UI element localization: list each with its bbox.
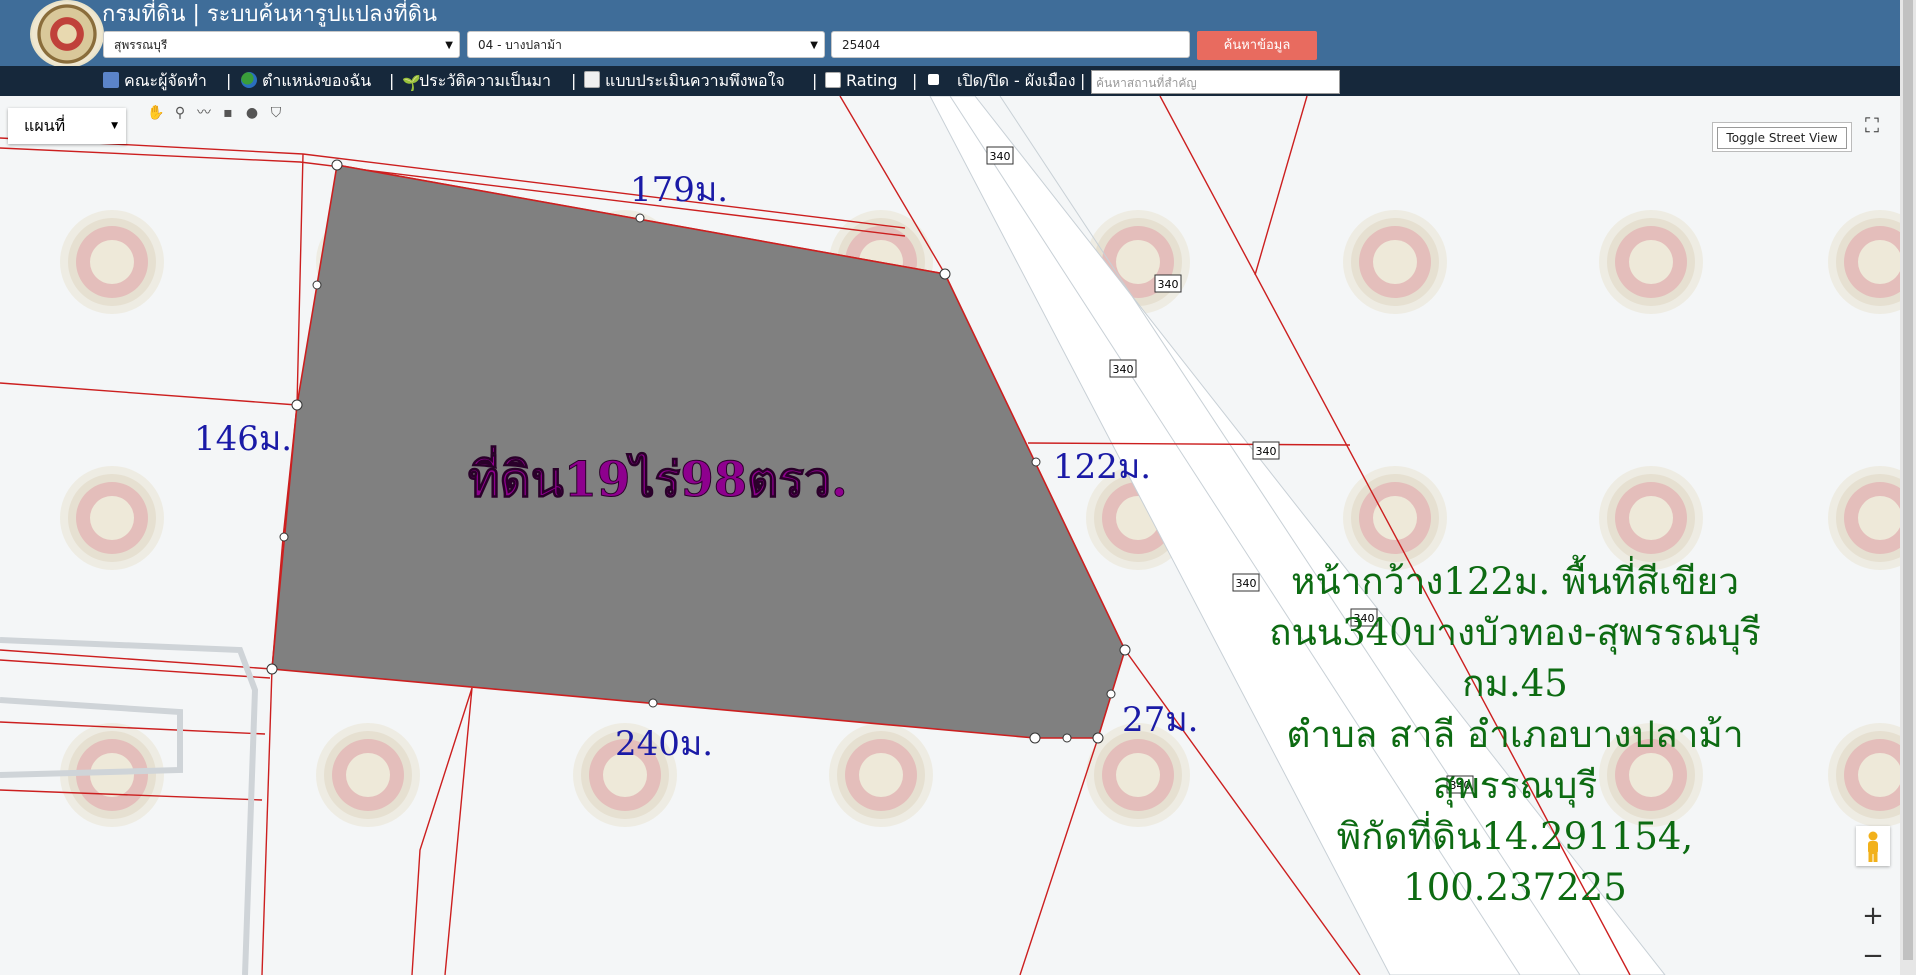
svg-text:340: 340 [1113, 363, 1134, 376]
fullscreen-icon[interactable]: ⛶ [1857, 110, 1887, 140]
dim-corner: 27ม. [1122, 700, 1199, 740]
road-shield-340: 340 [1109, 359, 1137, 378]
site-title: กรมที่ดิน | ระบบค้นหารูปแปลงที่ดิน [102, 2, 438, 27]
nav-separator: | [912, 71, 918, 90]
site-header: กรมที่ดิน | ระบบค้นหารูปแปลงที่ดิน สุพรร… [0, 0, 1900, 68]
nav-separator: | [571, 71, 577, 90]
map-canvas[interactable]: 340 340 340 340 340 340 340 ที่ดิน19ไร่98ตรว. … [0, 96, 1900, 975]
nav-separator: | [226, 71, 232, 90]
hand-icon[interactable]: ✋ [146, 102, 166, 124]
parcel-label: ที่ดิน19ไร่98ตรว. [468, 452, 849, 509]
map-type-select[interactable]: แผนที่ ▼ [8, 108, 126, 144]
seal-watermark-icon [60, 210, 164, 314]
place-search-input[interactable]: ค้นหาสถานที่สำคัญ [1091, 70, 1340, 94]
rectangle-icon[interactable]: ▪ [218, 102, 238, 124]
province-value: สุพรรณบุรี [114, 38, 168, 52]
svg-text:340: 340 [990, 150, 1011, 163]
note-icon [584, 71, 600, 88]
seal-watermark-icon [1343, 466, 1447, 570]
seal-watermark-icon [1828, 210, 1900, 314]
nav-team[interactable]: คณะผู้จัดทำ [103, 66, 207, 96]
annotation-line-4: พิกัดที่ดิน14.291154, 100.237225 [1336, 815, 1694, 909]
parcel-number-input[interactable]: 25404 [831, 31, 1190, 58]
seal-watermark-icon [1828, 466, 1900, 570]
road-shield-340: 340 [1252, 441, 1280, 460]
seal-watermark-icon [1828, 723, 1900, 827]
province-select[interactable]: สุพรรณบุรี ▼ [103, 31, 460, 58]
seal-watermark-icon [316, 723, 420, 827]
nav-separator: | [1080, 71, 1086, 90]
map-type-label: แผนที่ [24, 116, 66, 135]
nav-survey-label: แบบประเมินความพึงพอใจ [605, 71, 785, 90]
nav-history[interactable]: 🌱ประวัติความเป็นมา [402, 66, 551, 96]
polyline-icon[interactable]: 〰 [194, 102, 214, 124]
annotation-line-2: ถนน340บางบัวทอง-สุพรรณบุรี กม.45 [1269, 611, 1761, 705]
nav-bar: คณะผู้จัดทำ | ตำแหน่งของฉัน | 🌱ประวัติคว… [0, 66, 1900, 96]
marker-icon[interactable]: ⚲ [170, 102, 190, 124]
parcel-number-value: 25404 [842, 38, 881, 52]
pegman-icon[interactable] [1856, 826, 1890, 866]
road-shield-340: 340 [1154, 274, 1182, 293]
zoom-in-button[interactable]: + [1856, 898, 1890, 934]
annotation-line-3: ตำบล สาลี อำเภอบางปลาม้า สุพรรณบุรี [1286, 713, 1744, 807]
polygon-icon[interactable]: ⛉ [266, 102, 286, 124]
seal-watermark-icon [1599, 466, 1703, 570]
sprout-icon: 🌱 [402, 74, 421, 92]
seal-watermark-icon [829, 723, 933, 827]
globe-icon [241, 72, 257, 88]
zoom-out-button[interactable]: − [1856, 938, 1890, 974]
nav-separator: | [812, 71, 818, 90]
chevron-down-icon: ▼ [111, 121, 118, 131]
road-shield-340: 340 [986, 146, 1014, 165]
circle-icon[interactable]: ● [242, 102, 262, 124]
toggle-street-view-label: Toggle Street View [1717, 127, 1847, 149]
nav-rating-label: Rating [846, 71, 898, 90]
gift-icon [103, 72, 119, 88]
nav-survey[interactable]: แบบประเมินความพึงพอใจ [584, 66, 785, 96]
annotation-block: หน้ากว้าง122ม. พื้นที่สีเขียว ถนน340บางบ… [1245, 556, 1785, 913]
svg-text:340: 340 [1256, 445, 1277, 458]
toggle-street-view-button[interactable]: Toggle Street View [1712, 122, 1852, 152]
pegman-svg [1868, 831, 1878, 862]
search-button[interactable]: ค้นหาข้อมูล [1197, 31, 1317, 60]
nav-my-location-label: ตำแหน่งของฉัน [262, 71, 372, 90]
dim-right: 122ม. [1053, 447, 1152, 487]
dim-top: 179ม. [630, 170, 729, 210]
seal-watermark-icon [1343, 210, 1447, 314]
svg-text:340: 340 [1158, 278, 1179, 291]
nav-rating[interactable]: Rating [825, 66, 898, 96]
checkbox-icon[interactable] [928, 74, 939, 85]
seal-watermark-icon [60, 466, 164, 570]
dim-bottom: 240ม. [615, 724, 714, 764]
district-value: 04 - บางปลาม้า [478, 38, 562, 52]
nav-history-label: ประวัติความเป็นมา [419, 71, 552, 90]
chevron-down-icon: ▼ [445, 40, 453, 51]
nav-city-plan-toggle[interactable]: เปิด/ปิด - ผังเมือง [928, 66, 1076, 96]
nav-team-label: คณะผู้จัดทำ [124, 71, 207, 90]
dim-left: 146ม. [194, 419, 293, 459]
nav-separator: | [389, 71, 395, 90]
district-select[interactable]: 04 - บางปลาม้า ▼ [467, 31, 825, 58]
nav-city-plan-label: เปิด/ปิด - ผังเมือง [957, 71, 1076, 90]
department-seal-logo[interactable] [30, 0, 104, 68]
nav-my-location[interactable]: ตำแหน่งของฉัน [241, 66, 371, 96]
scrollbar-thumb[interactable] [1903, 0, 1913, 960]
seal-watermark-icon [1599, 210, 1703, 314]
chevron-down-icon: ▼ [810, 40, 818, 51]
chart-icon [825, 72, 841, 88]
annotation-line-1: หน้ากว้าง122ม. พื้นที่สีเขียว [1290, 560, 1740, 603]
